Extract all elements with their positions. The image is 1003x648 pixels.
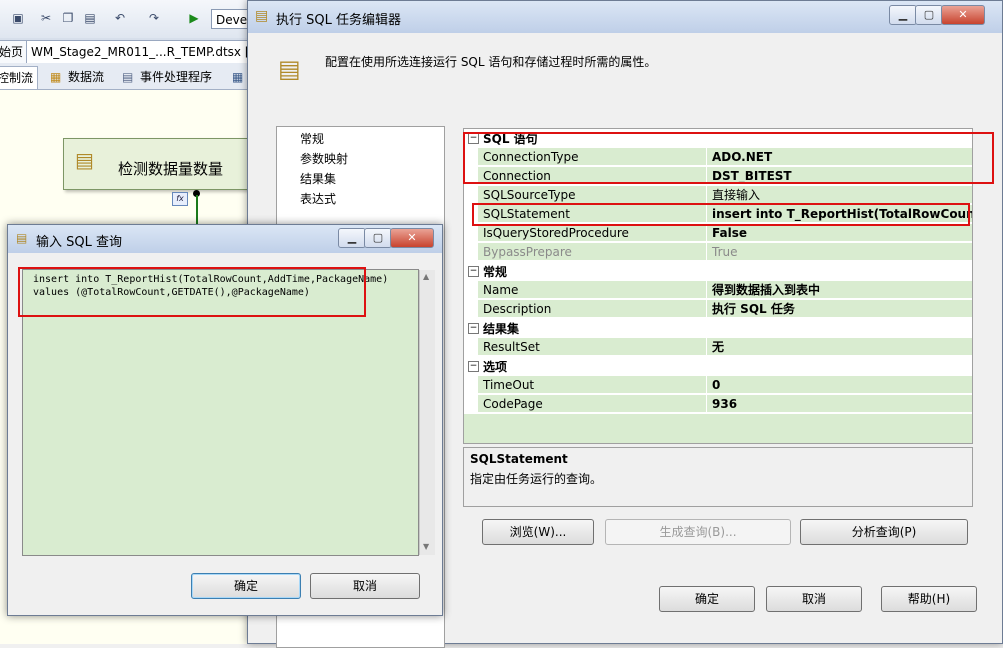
prop-name: Description: [478, 300, 706, 318]
property-grid-empty-area: [464, 414, 972, 443]
collapse-icon[interactable]: −: [468, 323, 479, 334]
undo-icon[interactable]: ↶: [112, 10, 128, 26]
scroll-down-icon[interactable]: ▼: [423, 542, 429, 551]
tab-package-explorer[interactable]: ▦: [228, 66, 247, 88]
data-flow-icon: ▦: [50, 70, 62, 84]
copy-icon[interactable]: ❐: [60, 10, 76, 26]
event-handler-icon: ▤: [122, 70, 134, 84]
property-help-box: SQLStatement 指定由任务运行的查询。: [463, 447, 973, 507]
help-text: 指定由任务运行的查询。: [470, 472, 603, 486]
tab-event-handlers[interactable]: 事件处理程序: [136, 66, 216, 88]
query-cancel-button[interactable]: 取消: [310, 573, 420, 599]
browse-button[interactable]: 浏览(W)...: [482, 519, 594, 545]
query-title: 输入 SQL 查询: [36, 235, 122, 250]
minimize-button[interactable]: ▁: [889, 5, 917, 25]
nav-item-result-set[interactable]: 结果集: [300, 170, 336, 187]
prop-value[interactable]: 执行 SQL 任务: [707, 300, 972, 318]
prop-row-timeout[interactable]: TimeOut 0: [464, 376, 972, 395]
prop-name: TimeOut: [478, 376, 706, 394]
help-title: SQLStatement: [470, 452, 568, 466]
redo-icon[interactable]: ↷: [146, 10, 162, 26]
help-button[interactable]: 帮助(H): [881, 586, 977, 612]
doc-tab-start[interactable]: 始页: [0, 40, 29, 63]
prop-row-description[interactable]: Description 执行 SQL 任务: [464, 300, 972, 319]
prop-value: True: [707, 243, 972, 261]
prop-name: IsQueryStoredProcedure: [478, 224, 706, 242]
ok-button[interactable]: 确定: [659, 586, 755, 612]
tab-control-flow[interactable]: 控制流: [0, 66, 39, 89]
prop-row-codepage[interactable]: CodePage 936: [464, 395, 972, 414]
prop-value[interactable]: 得到数据插入到表中: [707, 281, 972, 299]
query-titlebar[interactable]: ▤ 输入 SQL 查询 ▁ ▢ ✕: [8, 225, 442, 253]
close-button[interactable]: ✕: [390, 228, 434, 248]
prop-name: Name: [478, 281, 706, 299]
prop-value[interactable]: False: [707, 224, 972, 242]
tab-data-flow[interactable]: 数据流: [64, 66, 108, 88]
precedence-arrow[interactable]: [196, 195, 198, 225]
close-button[interactable]: ✕: [941, 5, 985, 25]
build-query-button: 生成查询(B)...: [605, 519, 791, 545]
prop-name: ResultSet: [478, 338, 706, 356]
prop-row-name[interactable]: Name 得到数据插入到表中: [464, 281, 972, 300]
editor-header-icon: ▤: [278, 55, 301, 83]
prop-row-resultset[interactable]: ResultSet 无: [464, 338, 972, 357]
prop-value[interactable]: 直接输入: [707, 186, 972, 204]
collapse-icon[interactable]: −: [468, 361, 479, 372]
nav-item-parameter-mapping[interactable]: 参数映射: [300, 150, 348, 167]
category-options[interactable]: − 选项: [464, 357, 972, 376]
highlight-sql-text: [18, 267, 366, 317]
prop-row-bypassprepare: BypassPrepare True: [464, 243, 972, 262]
prop-name: SQLSourceType: [478, 186, 706, 204]
highlight-sqlstatement: [472, 203, 970, 226]
nav-item-expressions[interactable]: 表达式: [300, 190, 336, 207]
highlight-connection: [463, 132, 994, 184]
enter-sql-query-dialog: ▤ 输入 SQL 查询 ▁ ▢ ✕ insert into T_ReportHi…: [7, 224, 443, 616]
category-result-set[interactable]: − 结果集: [464, 319, 972, 338]
prop-row-isquerystoredprocedure[interactable]: IsQueryStoredProcedure False: [464, 224, 972, 243]
document-tabs: 始页 WM_Stage2_MR011_...R_TEMP.dtsx [设: [0, 38, 267, 63]
save-icon[interactable]: ▣: [10, 10, 26, 26]
designer-tabs: 控制流 ▦ 数据流 ▤ 事件处理程序 ▦: [0, 63, 260, 90]
parse-query-button[interactable]: 分析查询(P): [800, 519, 968, 545]
prop-value[interactable]: 无: [707, 338, 972, 356]
editor-title: 执行 SQL 任务编辑器: [276, 13, 401, 28]
cut-icon[interactable]: ✂: [38, 10, 54, 26]
editor-titlebar[interactable]: ▤ 执行 SQL 任务编辑器 ▁ ▢ ✕: [248, 1, 1002, 33]
vertical-scrollbar[interactable]: ▲ ▼: [419, 270, 435, 555]
category-general[interactable]: − 常规: [464, 262, 972, 281]
prop-name: CodePage: [478, 395, 706, 413]
sql-task-icon: ▤: [75, 148, 94, 172]
maximize-button[interactable]: ▢: [364, 228, 392, 248]
task-name-label: 检测数据量数量: [118, 160, 224, 178]
prop-value[interactable]: 0: [707, 376, 972, 394]
minimize-button[interactable]: ▁: [338, 228, 366, 248]
editor-description: 配置在使用所选连接运行 SQL 语句和存储过程时所需的属性。: [325, 55, 657, 69]
sql-task-icon: ▤: [16, 231, 28, 245]
collapse-icon[interactable]: −: [468, 266, 479, 277]
expression-icon[interactable]: fx: [172, 192, 188, 206]
prop-name: BypassPrepare: [478, 243, 706, 261]
query-ok-button[interactable]: 确定: [191, 573, 301, 599]
sql-task-icon: ▤: [255, 8, 269, 24]
prop-value[interactable]: 936: [707, 395, 972, 413]
doc-tab-package[interactable]: WM_Stage2_MR011_...R_TEMP.dtsx [设: [26, 40, 267, 63]
nav-item-general[interactable]: 常规: [300, 130, 324, 147]
scroll-up-icon[interactable]: ▲: [423, 272, 429, 281]
paste-icon[interactable]: ▤: [82, 10, 98, 26]
start-debug-icon[interactable]: ▶: [186, 10, 202, 26]
cancel-button[interactable]: 取消: [766, 586, 862, 612]
maximize-button[interactable]: ▢: [915, 5, 943, 25]
